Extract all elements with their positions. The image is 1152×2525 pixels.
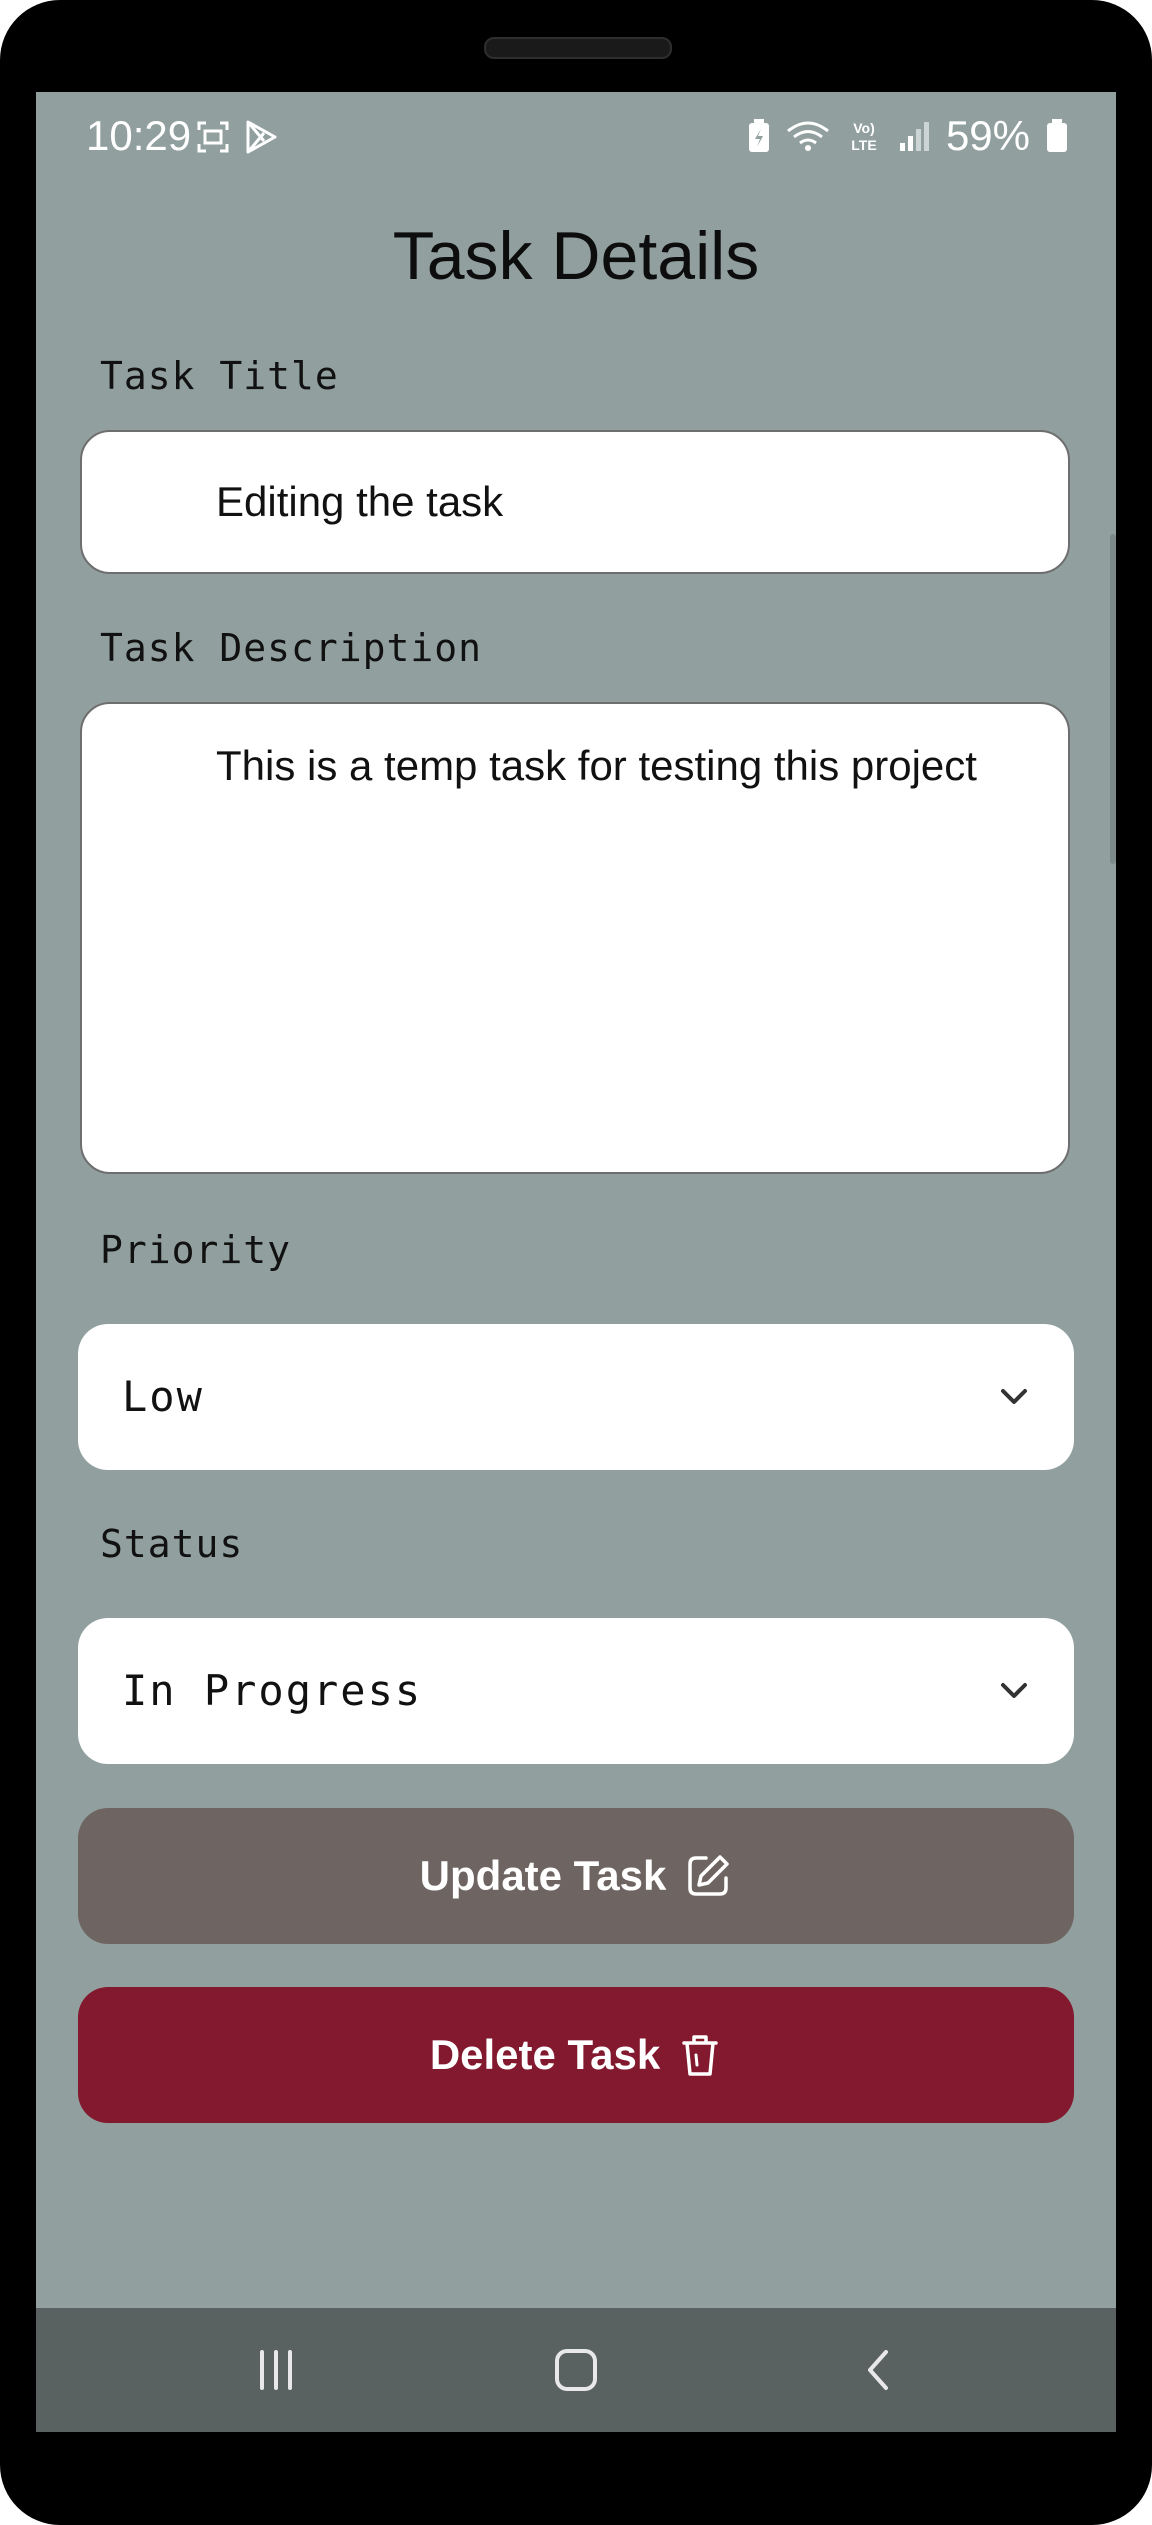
chevron-down-icon xyxy=(998,1381,1030,1413)
update-task-button[interactable]: Update Task xyxy=(78,1808,1074,1944)
status-value: In Progress xyxy=(122,1666,423,1715)
status-time: 10:29 xyxy=(86,112,192,159)
signal-icon xyxy=(898,119,930,153)
navigation-bar xyxy=(36,2308,1116,2432)
delete-task-button[interactable]: Delete Task xyxy=(78,1987,1074,2123)
svg-text:LTE: LTE xyxy=(851,137,876,153)
update-task-label: Update Task xyxy=(419,1852,667,1899)
status-dropdown[interactable]: In Progress xyxy=(78,1618,1074,1764)
delete-task-label: Delete Task xyxy=(429,2031,661,2078)
recent-apps-icon[interactable] xyxy=(252,2346,300,2394)
status-right-icons: Vo) LTE 59% xyxy=(748,112,1068,160)
priority-value: Low xyxy=(122,1372,204,1421)
priority-dropdown[interactable]: Low xyxy=(78,1324,1074,1470)
task-title-input[interactable]: Editing the task xyxy=(80,430,1070,574)
phone-frame: 10:29 Vo) LTE 59% Task Details Task Titl… xyxy=(0,0,1152,2525)
task-title-label: Task Title xyxy=(100,354,339,398)
play-store-icon xyxy=(244,120,278,154)
earpiece-speaker xyxy=(484,37,672,59)
volte-icon: Vo) LTE xyxy=(846,118,882,154)
task-description-label: Task Description xyxy=(100,626,483,670)
home-icon[interactable] xyxy=(552,2346,600,2394)
app-screen: 10:29 Vo) LTE 59% Task Details Task Titl… xyxy=(36,92,1116,2432)
back-icon[interactable] xyxy=(856,2346,904,2394)
task-title-value: Editing the task xyxy=(216,478,504,525)
edit-icon xyxy=(684,1852,732,1900)
scroll-indicator[interactable] xyxy=(1110,534,1116,864)
chevron-down-icon xyxy=(998,1675,1030,1707)
task-description-value: This is a temp task for testing this pro… xyxy=(216,742,977,789)
priority-label: Priority xyxy=(100,1228,292,1272)
page-title: Task Details xyxy=(392,218,760,294)
task-description-input[interactable]: This is a temp task for testing this pro… xyxy=(80,702,1070,1174)
status-left-icons xyxy=(196,120,278,154)
screenshot-icon xyxy=(196,120,230,154)
battery-saver-icon xyxy=(748,119,770,153)
svg-text:Vo): Vo) xyxy=(853,120,875,136)
battery-percent: 59% xyxy=(945,112,1030,159)
wifi-icon xyxy=(786,119,830,153)
trash-icon xyxy=(678,2031,722,2079)
status-bar: 10:29 Vo) LTE 59% xyxy=(36,92,1116,182)
status-label: Status xyxy=(100,1522,244,1566)
battery-icon xyxy=(1046,119,1068,153)
